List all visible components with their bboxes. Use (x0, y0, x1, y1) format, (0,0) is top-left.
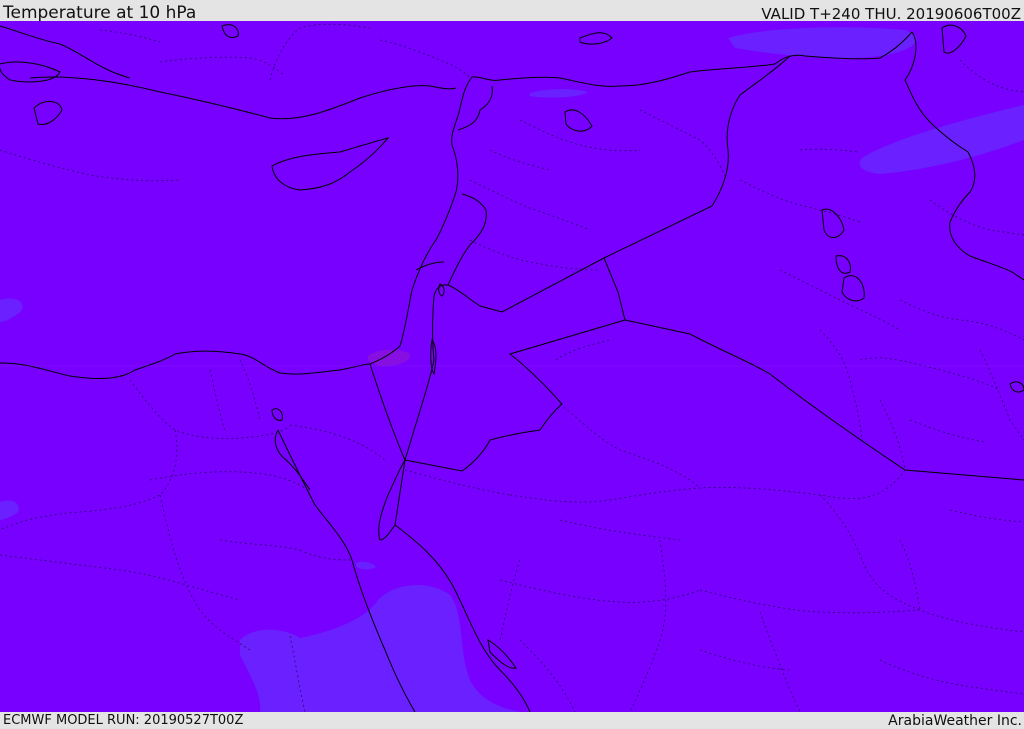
temperature-field (0, 21, 1024, 712)
header-bar: Temperature at 10 hPa VALID T+240 THU. 2… (0, 0, 1024, 23)
credit-label: ArabiaWeather Inc. (888, 713, 1022, 729)
map-title: Temperature at 10 hPa (3, 3, 197, 23)
weather-map (0, 21, 1024, 712)
map-frame: Temperature at 10 hPa VALID T+240 THU. 2… (0, 0, 1024, 729)
model-run-label: ECMWF MODEL RUN: 20190527T00Z (3, 713, 244, 728)
footer-bar: ECMWF MODEL RUN: 20190527T00Z ArabiaWeat… (0, 712, 1024, 729)
